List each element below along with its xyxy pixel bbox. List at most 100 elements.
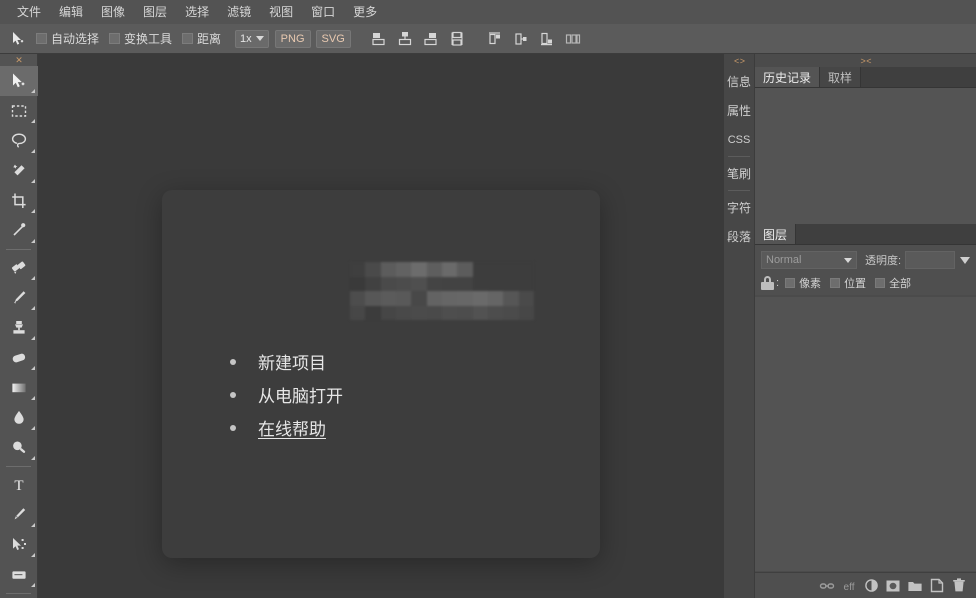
adjustment-layer-icon[interactable] xyxy=(860,576,882,596)
lock-position-checkbox[interactable]: 位置 xyxy=(830,275,866,291)
lock-position-checkbox-box[interactable] xyxy=(830,278,840,288)
auto-select-label: 自动选择 xyxy=(51,30,99,47)
align-right-icon[interactable] xyxy=(420,28,442,50)
tool-submenu-indicator xyxy=(31,276,35,280)
zoom-level-select[interactable]: 1x xyxy=(235,30,269,48)
menu-select[interactable]: 选择 xyxy=(176,2,218,22)
link-layers-icon[interactable] xyxy=(816,576,838,596)
rail-tab-css[interactable]: CSS xyxy=(724,125,754,154)
opacity-input[interactable] xyxy=(905,251,955,269)
clone-stamp-tool[interactable] xyxy=(0,313,38,343)
tool-submenu-indicator xyxy=(31,523,35,527)
align-bottom-icon[interactable] xyxy=(536,28,558,50)
lock-all-checkbox-box[interactable] xyxy=(875,278,885,288)
rail-tab-brushes[interactable]: 笔刷 xyxy=(724,159,754,188)
menu-layer[interactable]: 图层 xyxy=(134,2,176,22)
chevron-down-icon xyxy=(256,36,264,41)
transform-tool-checkbox[interactable]: 变换工具 xyxy=(109,30,172,47)
menu-edit[interactable]: 编辑 xyxy=(50,2,92,22)
lock-pixels-checkbox[interactable]: 像素 xyxy=(785,275,821,291)
layer-mask-icon[interactable] xyxy=(882,576,904,596)
lock-all-checkbox[interactable]: 全部 xyxy=(875,275,911,291)
menu-image[interactable]: 图像 xyxy=(92,2,134,22)
layer-list[interactable] xyxy=(755,297,976,571)
welcome-card: 新建项目 从电脑打开 在线帮助 xyxy=(162,190,600,558)
welcome-item-new-project[interactable]: 新建项目 xyxy=(230,345,343,378)
quick-selection-tool[interactable] xyxy=(0,156,38,186)
photoshop-like-editor-window: 文件 编辑 图像 图层 选择 滤镜 视图 窗口 更多 自动选择 变换工具 距离 xyxy=(0,0,976,598)
menu-more[interactable]: 更多 xyxy=(344,2,386,22)
eraser-tool[interactable] xyxy=(0,343,38,373)
menu-window[interactable]: 窗口 xyxy=(302,2,344,22)
pen-tool[interactable] xyxy=(0,500,38,530)
align-left-icon[interactable] xyxy=(368,28,390,50)
shape-tool[interactable] xyxy=(0,560,38,590)
lock-pixels-checkbox-box[interactable] xyxy=(785,278,795,288)
lasso-tool[interactable] xyxy=(0,126,38,156)
menu-bar: 文件 编辑 图像 图层 选择 滤镜 视图 窗口 更多 xyxy=(0,0,976,24)
distribute-vertical-icon[interactable] xyxy=(446,28,468,50)
layer-effects-icon[interactable]: eff xyxy=(838,576,860,596)
rail-tab-character[interactable]: 字符 xyxy=(724,193,754,222)
blur-tool[interactable] xyxy=(0,403,38,433)
tool-submenu-indicator xyxy=(31,336,35,340)
history-panel-body[interactable] xyxy=(755,88,976,238)
rail-tab-info[interactable]: 信息 xyxy=(724,67,754,96)
tool-submenu-indicator xyxy=(31,179,35,183)
rail-tab-paragraph[interactable]: 段落 xyxy=(724,222,754,251)
welcome-action-list: 新建项目 从电脑打开 在线帮助 xyxy=(230,345,343,444)
tool-submenu-indicator xyxy=(31,149,35,153)
auto-select-checkbox[interactable]: 自动选择 xyxy=(36,30,99,47)
layers-panel-footer: eff xyxy=(755,572,976,598)
export-png-button[interactable]: PNG xyxy=(275,30,311,48)
align-top-icon[interactable] xyxy=(484,28,506,50)
menu-filter[interactable]: 滤镜 xyxy=(218,2,260,22)
align-middle-vertical-icon[interactable] xyxy=(510,28,532,50)
move-tool[interactable] xyxy=(0,66,38,96)
opacity-chevron-down-icon[interactable] xyxy=(960,257,970,264)
eyedropper-tool[interactable] xyxy=(0,216,38,246)
auto-select-checkbox-box[interactable] xyxy=(36,33,47,44)
tool-options-bar: 自动选择 变换工具 距离 1x PNG SVG xyxy=(0,24,976,54)
brush-tool[interactable] xyxy=(0,283,38,313)
welcome-item-open-from-computer[interactable]: 从电脑打开 xyxy=(230,378,343,411)
tab-history[interactable]: 历史记录 xyxy=(755,67,820,87)
distribute-horizontal-icon[interactable] xyxy=(562,28,584,50)
move-tool-icon[interactable] xyxy=(6,28,32,50)
blend-mode-select[interactable]: Normal xyxy=(761,251,857,269)
canvas-area[interactable]: 新建项目 从电脑打开 在线帮助 xyxy=(38,54,724,598)
path-selection-tool[interactable] xyxy=(0,530,38,560)
welcome-item-online-help[interactable]: 在线帮助 xyxy=(230,411,343,444)
crop-tool[interactable] xyxy=(0,186,38,216)
svg-text:eff: eff xyxy=(844,582,855,593)
new-group-icon[interactable] xyxy=(904,576,926,596)
export-svg-button[interactable]: SVG xyxy=(316,30,351,48)
transform-tool-checkbox-box[interactable] xyxy=(109,33,120,44)
menu-view[interactable]: 视图 xyxy=(260,2,302,22)
dodge-tool[interactable] xyxy=(0,433,38,463)
type-tool[interactable]: T xyxy=(0,470,38,500)
toolbox: ✕ xyxy=(0,54,38,598)
healing-brush-tool[interactable] xyxy=(0,253,38,283)
layers-panel: 图层 Normal 透明度: : xyxy=(755,224,976,598)
distance-checkbox[interactable]: 距离 xyxy=(182,30,221,47)
gradient-tool[interactable] xyxy=(0,373,38,403)
dock-collapse-handle[interactable]: > < xyxy=(755,54,976,67)
menu-file[interactable]: 文件 xyxy=(8,2,50,22)
tool-submenu-indicator xyxy=(31,306,35,310)
tab-swatches[interactable]: 取样 xyxy=(820,67,861,87)
tab-layers[interactable]: 图层 xyxy=(755,224,796,244)
lock-all-label: 全部 xyxy=(889,275,911,291)
right-dock: > < 历史记录 取样 图层 Normal 透明度: xyxy=(755,54,976,598)
align-vertical-group xyxy=(484,28,588,50)
align-center-horizontal-icon[interactable] xyxy=(394,28,416,50)
toolbox-collapse-handle[interactable]: ✕ xyxy=(0,54,37,66)
new-layer-icon[interactable] xyxy=(926,576,948,596)
tool-submenu-indicator xyxy=(31,456,35,460)
rail-expand-handle[interactable]: < > xyxy=(724,54,754,67)
rail-tab-properties[interactable]: 属性 xyxy=(724,96,754,125)
distance-checkbox-box[interactable] xyxy=(182,33,193,44)
welcome-item-label[interactable]: 在线帮助 xyxy=(258,415,326,440)
rectangular-marquee-tool[interactable] xyxy=(0,96,38,126)
delete-layer-icon[interactable] xyxy=(948,576,970,596)
